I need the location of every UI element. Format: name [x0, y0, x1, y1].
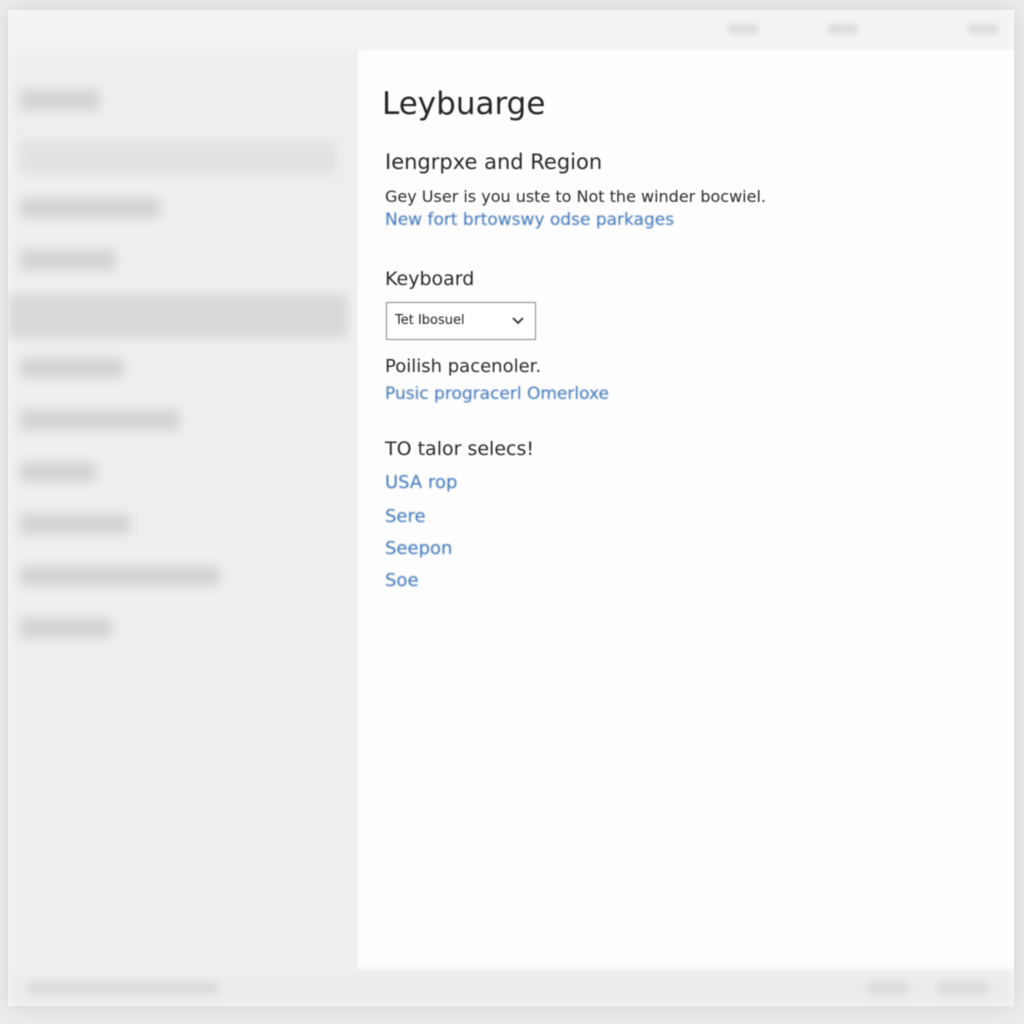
sidebar-item[interactable]: [20, 358, 124, 378]
settings-window: Leybuarge Iengrpxe and Region Gey User i…: [8, 10, 1014, 1006]
tailor-option[interactable]: USA rop: [385, 472, 457, 493]
screen-frame: Leybuarge Iengrpxe and Region Gey User i…: [0, 0, 1024, 1024]
chevron-down-icon: [512, 317, 524, 325]
sidebar-item[interactable]: [20, 566, 220, 586]
language-region-description: Gey User is you uste to Not the winder b…: [385, 187, 766, 206]
sidebar-item[interactable]: [20, 514, 130, 534]
title-bar: [8, 10, 1014, 50]
status-segment: [938, 982, 988, 994]
page-title: Leybuarge: [382, 86, 546, 122]
sidebar: [8, 50, 358, 970]
close-button[interactable]: [968, 24, 998, 34]
status-segment: [28, 982, 218, 994]
maximize-button[interactable]: [828, 24, 858, 34]
sidebar-search-input[interactable]: [20, 140, 336, 174]
sidebar-item-selected[interactable]: [8, 294, 348, 338]
sidebar-item[interactable]: [20, 618, 112, 638]
tailor-option[interactable]: Sere: [385, 506, 426, 527]
status-segment: [868, 982, 908, 994]
language-region-link[interactable]: New fort brtowswy odse parkages: [385, 210, 674, 230]
tailor-option[interactable]: Soe: [385, 570, 419, 591]
sidebar-item[interactable]: [20, 250, 116, 270]
sidebar-item[interactable]: [20, 462, 96, 482]
keyboard-link[interactable]: Pusic progracerl Omerloxe: [385, 384, 609, 404]
keyboard-label: Poilish pacenoler.: [385, 356, 542, 377]
sidebar-item[interactable]: [20, 90, 100, 110]
keyboard-heading: Keyboard: [385, 268, 475, 290]
keyboard-dropdown-value: Tet Ibosuel: [395, 313, 465, 328]
main-content: Leybuarge Iengrpxe and Region Gey User i…: [358, 50, 1014, 970]
tailor-option[interactable]: Seepon: [385, 538, 452, 559]
tailor-heading: TO talor selecs!: [385, 438, 534, 460]
language-region-heading: Iengrpxe and Region: [385, 150, 603, 174]
sidebar-item[interactable]: [20, 198, 160, 218]
sidebar-item[interactable]: [20, 410, 180, 430]
keyboard-dropdown[interactable]: Tet Ibosuel: [386, 302, 536, 340]
status-bar: [8, 970, 1014, 1006]
minimize-button[interactable]: [728, 24, 758, 34]
